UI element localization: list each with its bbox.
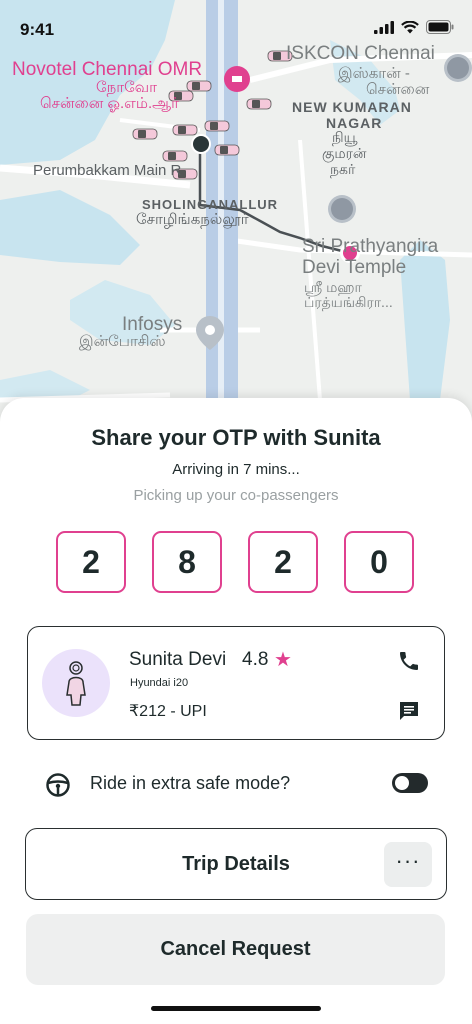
water-area xyxy=(400,240,450,400)
map-label-sholinganallur: SHOLINGANALLUR xyxy=(142,197,279,212)
status-bar: 9:41 xyxy=(0,0,472,52)
trip-details-button[interactable]: Trip Details ··· xyxy=(25,828,447,900)
battery-icon xyxy=(426,20,454,34)
vehicle-model: Hyundai i20 xyxy=(130,677,189,689)
map-label-kumaran-tamil: நகர் xyxy=(330,161,356,177)
otp-digit-4: 0 xyxy=(344,531,414,593)
water-area xyxy=(0,190,140,265)
arrival-text: Arriving in 7 mins... xyxy=(172,461,300,478)
driver-rating: 4.8 xyxy=(242,649,269,670)
cancel-request-label: Cancel Request xyxy=(160,938,311,960)
temple-icon-inner xyxy=(331,198,353,220)
map-label-new-kumaran: NEW KUMARAN xyxy=(292,99,412,115)
cancel-request-button[interactable]: Cancel Request xyxy=(26,914,445,985)
map-label-novotel: Novotel Chennai OMR xyxy=(12,59,203,80)
chat-icon[interactable] xyxy=(397,699,421,723)
pickup-marker[interactable] xyxy=(193,136,209,152)
status-time: 9:41 xyxy=(20,20,55,39)
wifi-icon xyxy=(401,20,419,33)
otp-title: Share your OTP with Sunita xyxy=(91,425,381,450)
avatar xyxy=(42,649,110,717)
cellular-signal-icon xyxy=(374,20,394,34)
place-pin-dot xyxy=(205,325,215,335)
safe-mode-label: Ride in extra safe mode? xyxy=(90,773,291,793)
map-label-temple: Devi Temple xyxy=(302,257,407,278)
fare-payment: ₹212 - UPI xyxy=(129,703,207,720)
map-label-perumbakkam: Perumbakkam Main R xyxy=(33,162,182,179)
car-icon xyxy=(246,98,272,110)
car-icon xyxy=(204,120,230,132)
temple-icon-inner xyxy=(447,57,469,79)
map-label-temple-tamil: ஸ்ரீ மஹா xyxy=(304,279,362,295)
toggle-knob xyxy=(395,776,409,790)
status-icons xyxy=(374,20,454,34)
map-label-novotel-tamil: சென்னை ஓ.எம்.ஆர் xyxy=(40,95,179,112)
safe-mode-toggle[interactable] xyxy=(392,773,428,793)
map-label-iskcon-tamil: இஸ்கான் - xyxy=(338,65,410,82)
home-indicator[interactable] xyxy=(151,1006,321,1011)
safe-mode-row[interactable]: Ride in extra safe mode? xyxy=(0,766,472,802)
trip-details-label: Trip Details xyxy=(182,853,290,875)
star-icon: ★ xyxy=(274,649,292,671)
car-icon xyxy=(132,128,158,140)
phone-icon[interactable] xyxy=(397,649,421,673)
car-icon xyxy=(214,144,240,156)
otp-digit-1: 2 xyxy=(56,531,126,593)
map-label-sholinganallur-tamil: சோழிங்கநல்லூர் xyxy=(136,211,249,228)
steering-wheel-icon xyxy=(46,773,70,797)
map-label-iskcon-tamil: சென்னை xyxy=(366,81,430,98)
map-label-infosys-tamil: இன்போசிஸ் xyxy=(79,333,166,350)
otp-digit-3: 2 xyxy=(248,531,318,593)
more-options-button[interactable]: ··· xyxy=(384,842,432,887)
map-label-novotel-tamil: நோவோ xyxy=(96,79,157,96)
car-icon xyxy=(162,150,188,162)
map-label-kumaran-tamil: நியூ xyxy=(332,129,358,145)
driver-name: Sunita Devi xyxy=(129,649,227,670)
map-label-infosys: Infosys xyxy=(122,314,183,335)
hotel-bed-glyph xyxy=(232,76,242,82)
map-label-kumaran-tamil: குமரன் xyxy=(322,145,367,161)
otp-digit-2: 8 xyxy=(152,531,222,593)
map-label-temple-tamil: ப்ரத்யங்கிரா... xyxy=(304,294,393,310)
driver-card[interactable]: Sunita Devi 4.8 ★ Hyundai i20 ₹212 - UPI xyxy=(27,626,445,740)
ride-status-text: Picking up your co-passengers xyxy=(133,487,339,504)
map-label-temple: Sri Prathyangira xyxy=(302,236,439,257)
car-icon xyxy=(172,124,198,136)
driver-avatar-icon xyxy=(66,661,86,706)
